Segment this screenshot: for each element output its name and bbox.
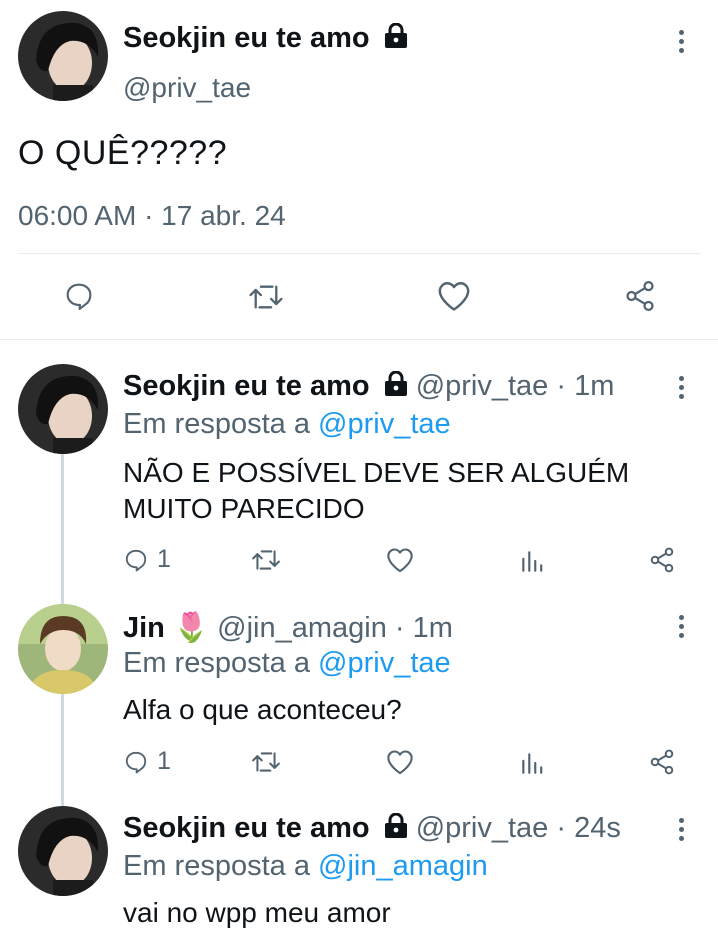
relative-time[interactable]: 24s (574, 812, 621, 844)
retweet-icon[interactable] (251, 749, 281, 775)
tweet-text: O QUÊ????? (18, 134, 228, 172)
more-options-icon[interactable] (678, 376, 686, 403)
avatar[interactable] (18, 604, 108, 694)
lock-icon (384, 370, 408, 405)
lock-icon (384, 22, 408, 57)
reply-action[interactable]: 1 (123, 747, 171, 776)
avatar[interactable] (18, 11, 108, 101)
analytics-icon[interactable] (519, 548, 545, 574)
handle[interactable]: @priv_tae (123, 72, 251, 104)
timestamp[interactable]: 06:00 AM · 17 abr. 24 (18, 200, 286, 232)
reply-to-link[interactable]: @jin_amagin (318, 850, 488, 882)
display-name[interactable]: Seokjin eu te amo (123, 22, 370, 54)
heart-icon[interactable] (386, 749, 414, 775)
share-icon[interactable] (648, 546, 676, 574)
separator-dot: · (548, 812, 575, 844)
separator-dot: · (548, 370, 575, 402)
avatar[interactable] (18, 806, 108, 896)
heart-icon[interactable] (437, 280, 471, 312)
reply-action[interactable]: 1 (123, 545, 171, 574)
retweet-icon[interactable] (248, 281, 284, 313)
tulip-emoji: 🌷 (172, 610, 210, 644)
more-options-icon[interactable] (678, 30, 686, 57)
analytics-icon[interactable] (519, 750, 545, 776)
more-options-icon[interactable] (678, 818, 686, 845)
reply-count: 1 (157, 747, 171, 775)
tweet-text: vai no wpp meu amor (123, 897, 391, 928)
retweet-icon[interactable] (251, 547, 281, 573)
relative-time[interactable]: 1m (574, 370, 614, 402)
divider (18, 253, 700, 254)
display-name[interactable]: Seokjin eu te amo (123, 812, 370, 844)
heart-icon[interactable] (386, 547, 414, 573)
display-name[interactable]: Seokjin eu te amo (123, 370, 370, 402)
tweet-text: Alfa o que aconteceu? (123, 694, 402, 725)
lock-icon (384, 812, 408, 847)
reply-icon (123, 749, 149, 775)
reply-icon (123, 547, 149, 573)
divider (0, 339, 718, 340)
tweet-text-line: NÃO E POSSÍVEL DEVE SER ALGUÉM (123, 457, 630, 488)
handle[interactable]: @priv_tae (416, 812, 549, 844)
thread-line (61, 694, 64, 806)
reply-count: 1 (157, 545, 171, 573)
thread-line (61, 452, 64, 609)
avatar[interactable] (18, 364, 108, 454)
share-icon[interactable] (648, 748, 676, 776)
handle[interactable]: @priv_tae (416, 370, 549, 402)
tweet-text-line: MUITO PARECIDO (123, 493, 365, 524)
relative-time[interactable]: 1m (413, 612, 453, 644)
reply-context-label: Em resposta a (123, 850, 310, 882)
share-icon[interactable] (623, 279, 657, 313)
reply-icon[interactable] (63, 280, 95, 312)
reply-context-label: Em resposta a (123, 408, 310, 440)
reply-to-link[interactable]: @priv_tae (318, 647, 451, 679)
reply-context-label: Em resposta a (123, 647, 310, 679)
separator-dot: · (386, 612, 413, 644)
handle[interactable]: @jin_amagin (217, 612, 387, 644)
more-options-icon[interactable] (678, 615, 686, 642)
reply-to-link[interactable]: @priv_tae (318, 408, 451, 440)
display-name[interactable]: Jin (123, 612, 165, 644)
